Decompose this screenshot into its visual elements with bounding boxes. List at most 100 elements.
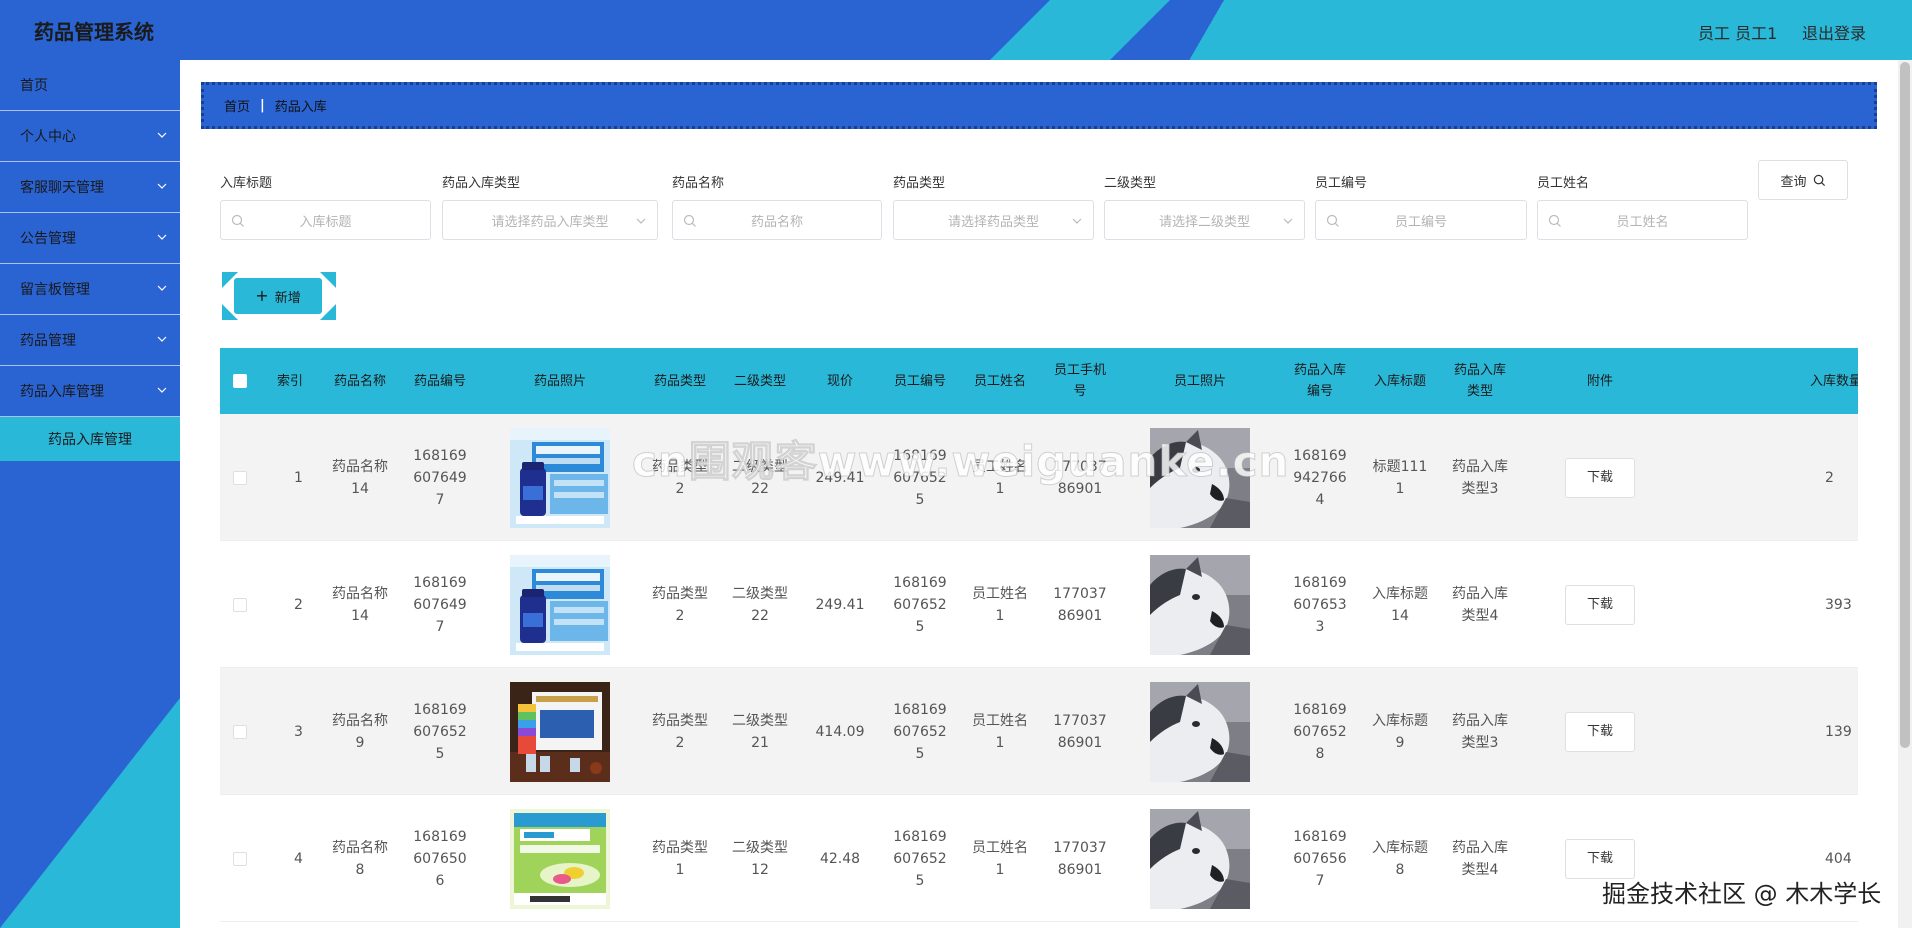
cell-attachment[interactable]: 下载 bbox=[1520, 795, 1680, 922]
search-label-2: 药品名称 bbox=[672, 176, 725, 191]
cell-value: 标题1111 bbox=[1372, 458, 1428, 497]
search-input-6[interactable]: 员工姓名 bbox=[1537, 200, 1748, 240]
chevron-down-icon bbox=[157, 336, 167, 342]
search-input-5[interactable]: 员工编号 bbox=[1315, 200, 1527, 240]
chevron-down-icon bbox=[157, 132, 167, 138]
cell-check[interactable] bbox=[220, 668, 260, 795]
download-button[interactable]: 下载 bbox=[1565, 711, 1635, 752]
search-placeholder: 请选择药品入库类型 bbox=[491, 214, 609, 230]
search-select-1[interactable]: 请选择药品入库类型 bbox=[442, 200, 658, 240]
sidebar-item-3[interactable]: 公告管理 bbox=[0, 213, 180, 264]
table-row[interactable]: 3 药品名称9 1681696076525 药品类型2 二级类型21 414.09 1681… bbox=[220, 668, 1858, 795]
cell-in-qty: 404 bbox=[1680, 795, 1858, 922]
column-header-label: 入库数量 bbox=[1810, 373, 1858, 389]
cell-value: 入库标题9 bbox=[1372, 712, 1428, 751]
sidebar-item-4[interactable]: 留言板管理 bbox=[0, 264, 180, 315]
cell-value: 二级类型12 bbox=[732, 839, 788, 878]
cell-check[interactable] bbox=[220, 541, 260, 668]
cell-in-title: 入库标题14 bbox=[1360, 541, 1440, 668]
search-select-4[interactable]: 请选择二级类型 bbox=[1104, 200, 1305, 240]
sidebar-item-label: 留言板管理 bbox=[20, 282, 90, 298]
cell-drug-type: 药品类型2 bbox=[640, 414, 720, 541]
cell-drug-no: 1681696076497 bbox=[400, 414, 480, 541]
sidebar-item-5[interactable]: 药品管理 bbox=[0, 315, 180, 366]
cell-value: 414.09 bbox=[815, 723, 865, 740]
cell-attachment[interactable]: 下载 bbox=[1520, 414, 1680, 541]
row-checkbox[interactable] bbox=[233, 597, 247, 612]
column-header-label: 药品照片 bbox=[533, 373, 586, 389]
cell-emp-no: 1681696076525 bbox=[880, 541, 960, 668]
cell-drug-photo bbox=[480, 668, 640, 795]
download-button[interactable]: 下载 bbox=[1565, 584, 1635, 625]
cell-value: 1681696076525 bbox=[893, 828, 947, 889]
current-user: 员工 员工1 bbox=[1698, 24, 1778, 43]
table-row[interactable]: 4 药品名称8 1681696076506 药品类型1 二级类型12 42.48 16816… bbox=[220, 795, 1858, 922]
add-button-label: 新增 bbox=[274, 290, 301, 306]
column-header-label: 现价 bbox=[826, 373, 853, 389]
cell-in-no: 1681696076533 bbox=[1280, 541, 1360, 668]
cell-value: 药品名称9 bbox=[332, 712, 388, 751]
cell-value: 1681696076525 bbox=[893, 447, 947, 508]
cell-value: 员工姓名1 bbox=[972, 458, 1028, 497]
corner-decoration bbox=[320, 272, 336, 288]
sidebar-item-6[interactable]: 药品入库管理 bbox=[0, 366, 180, 417]
download-button[interactable]: 下载 bbox=[1565, 457, 1635, 498]
row-checkbox[interactable] bbox=[233, 724, 247, 739]
page-scrollbar-thumb[interactable] bbox=[1900, 62, 1910, 748]
row-checkbox[interactable] bbox=[233, 851, 247, 866]
cell-emp-phone: 17703786901 bbox=[1040, 414, 1120, 541]
cell-check[interactable] bbox=[220, 795, 260, 922]
employee-photo bbox=[1150, 554, 1250, 655]
cell-value: 3 bbox=[294, 723, 303, 740]
cell-attachment[interactable]: 下载 bbox=[1520, 541, 1680, 668]
employee-photo bbox=[1150, 681, 1250, 782]
table-row[interactable]: 1 药品名称14 1681696076497 药品类型2 二级类型22 249.41 168… bbox=[220, 414, 1858, 541]
select-all-checkbox[interactable] bbox=[233, 374, 247, 388]
drug-photo bbox=[510, 427, 610, 528]
sidebar-item-0[interactable]: 首页 bbox=[0, 60, 180, 111]
column-header-index: 索引 bbox=[260, 348, 320, 414]
cell-value: 员工姓名1 bbox=[972, 712, 1028, 751]
sidebar-item-1[interactable]: 个人中心 bbox=[0, 111, 180, 162]
breadcrumb-separator: | bbox=[260, 98, 265, 113]
cell-price: 414.09 bbox=[800, 668, 880, 795]
cell-drug-photo bbox=[480, 541, 640, 668]
cell-value: 入库标题8 bbox=[1372, 839, 1428, 878]
column-header-label: 药品编号 bbox=[413, 373, 466, 389]
cell-drug-no: 1681696076497 bbox=[400, 541, 480, 668]
search-input-2[interactable]: 药品名称 bbox=[672, 200, 882, 240]
cell-price: 249.41 bbox=[800, 414, 880, 541]
row-checkbox[interactable] bbox=[233, 470, 247, 485]
column-header-check[interactable] bbox=[220, 348, 260, 414]
download-button[interactable]: 下载 bbox=[1565, 838, 1635, 879]
cell-emp-no: 1681696076525 bbox=[880, 668, 960, 795]
drug-photo-image bbox=[510, 681, 610, 782]
query-label: 查询 bbox=[1780, 174, 1807, 190]
sidebar-item-label: 个人中心 bbox=[20, 129, 76, 145]
cell-value: 二级类型21 bbox=[732, 712, 788, 751]
cell-in-qty: 139 bbox=[1680, 668, 1858, 795]
search-label-5: 员工编号 bbox=[1315, 176, 1368, 191]
search-select-3[interactable]: 请选择药品类型 bbox=[893, 200, 1094, 240]
cell-attachment[interactable]: 下载 bbox=[1520, 668, 1680, 795]
chevron-down-icon bbox=[636, 218, 646, 224]
search-input-0[interactable]: 入库标题 bbox=[220, 200, 431, 240]
search-placeholder: 员工编号 bbox=[1394, 214, 1447, 230]
cell-drug-name: 药品名称9 bbox=[320, 668, 400, 795]
table-row[interactable]: 2 药品名称14 1681696076497 药品类型2 二级类型22 249.41 168… bbox=[220, 541, 1858, 668]
cell-emp-photo bbox=[1120, 414, 1280, 541]
breadcrumb-home[interactable]: 首页 bbox=[224, 96, 250, 115]
plus-icon: + bbox=[255, 286, 269, 305]
cell-sub-type: 二级类型21 bbox=[720, 668, 800, 795]
sidebar-subitem-active[interactable]: 药品入库管理 bbox=[0, 417, 180, 461]
cell-emp-phone: 17703786901 bbox=[1040, 795, 1120, 922]
cell-value: 员工姓名1 bbox=[972, 585, 1028, 624]
logout-link[interactable]: 退出登录 bbox=[1802, 20, 1866, 44]
query-button[interactable]: 查询 bbox=[1758, 160, 1848, 200]
drug-photo bbox=[510, 681, 610, 782]
cell-value: 2 bbox=[1825, 469, 1834, 486]
cell-check[interactable] bbox=[220, 414, 260, 541]
corner-decoration bbox=[320, 304, 336, 320]
sidebar-item-2[interactable]: 客服聊天管理 bbox=[0, 162, 180, 213]
add-button[interactable]: + 新增 bbox=[222, 272, 336, 320]
